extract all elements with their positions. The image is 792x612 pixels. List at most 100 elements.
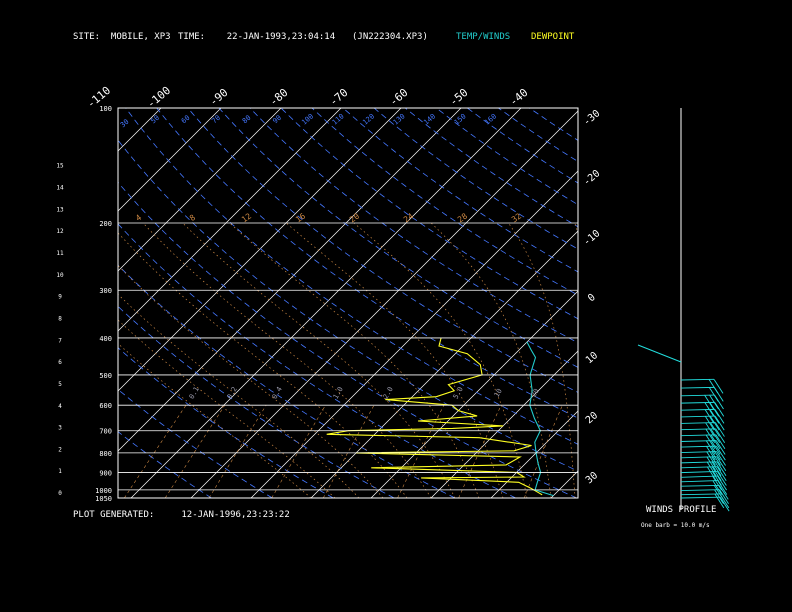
isotherm-line	[0, 108, 101, 498]
isotherm-line	[550, 470, 578, 498]
moist-adiabat-label: 28	[456, 211, 469, 224]
wind-barb-shaft	[680, 496, 721, 499]
isotherm-right-label: -20	[582, 168, 603, 188]
moist-adiabat-line	[182, 222, 456, 498]
mixing-ratio-label: 2.0	[382, 386, 395, 401]
isotherm-top-label: -80	[267, 86, 291, 109]
isotherm-top-label: -40	[507, 86, 531, 109]
dry-adiabat-line	[249, 108, 578, 344]
wind-barb-shaft	[680, 471, 718, 474]
wind-barb-shaft	[680, 451, 717, 453]
pressure-tick-label: 400	[99, 335, 112, 343]
wind-barb-shaft	[680, 466, 718, 469]
pressure-tick-label: 100	[99, 105, 112, 113]
wind-barb-shaft	[680, 484, 720, 487]
dry-adiabat-line	[218, 108, 578, 368]
height-tick-label: 4	[58, 403, 62, 410]
height-tick-label: 1	[58, 468, 62, 475]
dry-adiabat-label: 160	[483, 112, 498, 126]
dry-adiabat-label: 100	[300, 112, 315, 126]
isotherm-line	[611, 108, 792, 498]
wind-barb-shaft	[680, 445, 717, 448]
dry-adiabat-label: 70	[210, 114, 222, 126]
dry-adiabat-line	[118, 264, 456, 498]
isotherm-line	[118, 108, 162, 152]
plot-generated-label: PLOT GENERATED: 12-JAN-1996,23:23:22	[73, 510, 290, 520]
moist-adiabat-label: 12	[240, 211, 253, 224]
wind-barb-shaft	[680, 489, 720, 491]
pressure-tick-label: 900	[99, 469, 112, 477]
mixing-ratio-label: 1.0	[332, 386, 345, 401]
isotherm-line	[0, 108, 41, 498]
height-tick-label: 3	[58, 425, 62, 432]
pressure-tick-label: 1000	[95, 487, 112, 495]
dry-adiabat-line	[118, 347, 334, 498]
moist-adiabat-label: 4	[134, 213, 143, 223]
isotherm-right-label: 30	[584, 470, 600, 486]
moist-adiabat-label: 8	[188, 213, 197, 223]
isotherm-line	[118, 108, 462, 452]
isotherm-top-label: -50	[447, 86, 471, 109]
mixing-ratio-line	[323, 405, 375, 498]
height-tick-label: 13	[56, 206, 64, 213]
mixing-ratio-line	[164, 405, 226, 498]
height-tick-label: 5	[58, 381, 62, 388]
wind-barb-flag	[714, 489, 724, 504]
height-tick-label: 2	[58, 446, 62, 453]
wind-barb-shaft	[680, 480, 718, 483]
height-tick-label: 7	[58, 337, 62, 344]
dry-adiabat-line	[118, 388, 273, 498]
dry-adiabat-line	[467, 108, 578, 184]
isotherm-top-label: -90	[207, 86, 231, 109]
isotherm-right-label: -30	[582, 108, 603, 128]
wind-barb-shaft	[680, 475, 718, 478]
height-tick-label: 0	[58, 490, 62, 497]
isotherm-right-label: -10	[582, 228, 603, 248]
pressure-tick-label: 200	[99, 220, 112, 228]
height-tick-label: 12	[56, 228, 64, 235]
isotherm-line	[118, 108, 222, 212]
dewpoint-profile-line	[326, 337, 543, 496]
pressure-tick-label: 1050	[95, 495, 112, 503]
wind-barb-flag	[713, 379, 724, 394]
height-tick-label: 8	[58, 315, 62, 322]
moist-adiabat-label: 32	[510, 211, 523, 224]
isotherm-line	[370, 290, 578, 498]
wind-barb-shaft	[680, 440, 717, 442]
height-tick-label: 15	[56, 163, 64, 170]
skew-t-chart: 1002003004005006007008009001000105001234…	[0, 84, 792, 512]
isotherm-right-label: 10	[584, 350, 600, 366]
isotherm-top-label: -60	[387, 86, 411, 109]
dry-adiabat-label: 140	[422, 112, 437, 126]
moist-adiabat-line	[286, 222, 504, 498]
moist-adiabat-label: 20	[348, 211, 361, 224]
isotherm-line	[310, 230, 578, 498]
dry-adiabat-line	[404, 108, 578, 228]
height-tick-label: 9	[58, 294, 62, 301]
wind-barb-top	[637, 344, 682, 363]
pressure-tick-label: 600	[99, 402, 112, 410]
isotherm-top-label: -70	[327, 86, 351, 109]
mixing-ratio-label: 0.1	[188, 386, 201, 401]
dry-adiabat-label: 80	[241, 114, 253, 126]
dry-adiabat-line	[118, 223, 516, 498]
isotherm-line	[118, 108, 342, 332]
dry-adiabat-line	[125, 108, 578, 445]
mixing-ratio-label: 0.4	[271, 386, 284, 401]
mixing-ratio-line	[523, 405, 563, 498]
height-tick-label: 11	[56, 250, 64, 257]
dry-adiabat-line	[373, 108, 578, 250]
pressure-tick-label: 300	[99, 287, 112, 295]
plot-area	[0, 108, 792, 498]
height-tick-label: 6	[58, 359, 62, 366]
dry-adiabat-label: 120	[361, 112, 376, 126]
wind-barb-flag	[714, 415, 725, 431]
dry-adiabat-label: 60	[180, 114, 192, 126]
wind-barb-flag	[708, 379, 719, 394]
wind-barb-shaft	[680, 456, 717, 459]
isotherm-line	[118, 108, 402, 392]
pressure-tick-label: 800	[99, 450, 112, 458]
moist-adiabat-label: 24	[402, 211, 415, 224]
mixing-ratio-label: 5.0	[452, 386, 465, 401]
wind-barb-flag	[708, 387, 719, 402]
